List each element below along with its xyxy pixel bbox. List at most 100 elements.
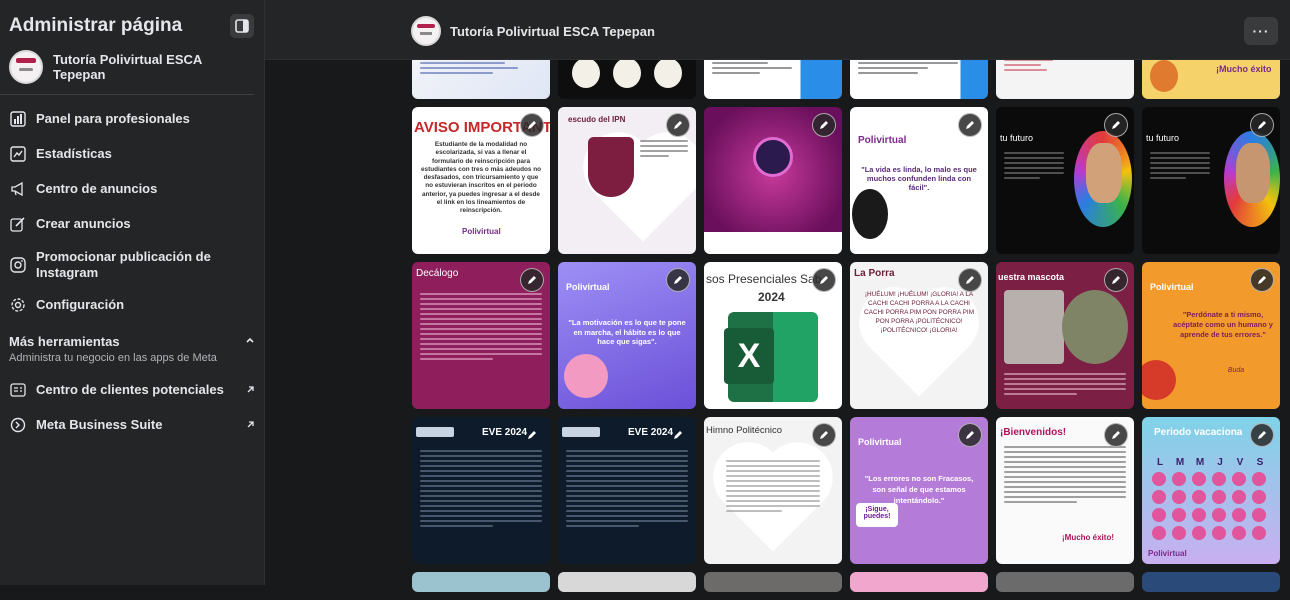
edit-square-icon (9, 215, 27, 233)
sidebar-item-label: Centro de clientes potenciales (36, 382, 224, 397)
edit-photo-button[interactable] (1250, 268, 1274, 292)
page-switcher[interactable]: Tutoría Polivirtual ESCA Tepepan (0, 38, 254, 95)
dashboard-icon (9, 110, 27, 128)
edit-photo-button[interactable] (1104, 113, 1128, 137)
tile-footer-text: ¡Mucho éxito! (1062, 533, 1114, 542)
photo-tile[interactable]: EVE 2024 (558, 417, 696, 564)
excel-x-icon: X (724, 328, 774, 384)
sidebar-item-create-ads[interactable]: Crear anuncios (0, 206, 264, 241)
more-options-button[interactable]: ··· (1244, 17, 1278, 45)
mascot-photo (1004, 290, 1064, 364)
ipn-shield (588, 137, 634, 197)
page-header: Tutoría Polivirtual ESCA Tepepan ··· (265, 0, 1290, 60)
photo-tile[interactable] (850, 572, 988, 592)
photo-tile[interactable]: tu futuro (996, 107, 1134, 254)
photo-tile[interactable] (558, 572, 696, 592)
sidebar-item-ad-center[interactable]: Centro de anuncios (0, 171, 264, 206)
sidebar-item-label: Meta Business Suite (36, 417, 163, 432)
edit-photo-button[interactable] (958, 423, 982, 447)
calendar-day-label: J (1217, 457, 1223, 468)
photo-tile[interactable]: EVE 2024 (412, 417, 550, 564)
photo-tile[interactable] (704, 572, 842, 592)
edit-photo-button[interactable] (958, 268, 982, 292)
photo-tile[interactable]: Polivirtual "La motivación es lo que te … (558, 262, 696, 409)
brain-illustration (564, 354, 608, 398)
edit-photo-button[interactable] (812, 113, 836, 137)
tile-title: escudo del IPN (568, 115, 626, 124)
edit-photo-button[interactable] (1104, 423, 1128, 447)
edit-photo-button[interactable] (958, 113, 982, 137)
page-title[interactable]: Tutoría Polivirtual ESCA Tepepan (450, 24, 655, 39)
photo-tile[interactable]: uestra mascota (996, 262, 1134, 409)
tile-text: "La motivación es lo que te pone en marc… (568, 318, 686, 346)
edit-photo-button[interactable] (1250, 423, 1274, 447)
photo-tile[interactable] (1142, 572, 1280, 592)
photo-tile[interactable]: La Porra ¡HUÉLUM! ¡HUÉLUM! ¡GLORIA! A LA… (850, 262, 988, 409)
sidebar-item-label: Estadísticas (36, 146, 112, 161)
edit-photo-button[interactable] (1250, 113, 1274, 137)
calendar-day-label: L (1156, 457, 1164, 468)
tile-text: "La vida es linda, lo malo es que muchos… (861, 165, 977, 192)
edit-photo-button[interactable] (812, 268, 836, 292)
collapse-sidebar-button[interactable] (230, 14, 254, 38)
tile-title: sos Presenciales Sab (706, 272, 822, 286)
external-link-icon (246, 418, 255, 432)
sidebar-item-promote-instagram[interactable]: Promocionar publicación de Instagram (0, 241, 264, 287)
skull-icon (572, 58, 600, 88)
edit-photo-button[interactable] (812, 423, 836, 447)
photo-tile[interactable] (704, 107, 842, 254)
more-tools-header[interactable]: Más herramientas (0, 322, 264, 350)
sidebar-item-meta-business-suite[interactable]: Meta Business Suite (0, 407, 264, 442)
sidebar-title: Administrar página (9, 15, 183, 36)
sidebar-item-leads-center[interactable]: Centro de clientes potenciales (0, 372, 264, 407)
pencil-icon (674, 431, 682, 439)
pencil-icon (1112, 121, 1120, 129)
content-gutter (265, 60, 400, 585)
photo-tile[interactable]: Polivirtual "Los errores no son Fracasos… (850, 417, 988, 564)
photo-tile[interactable]: Himno Politécnico (704, 417, 842, 564)
photo-tile[interactable] (412, 572, 550, 592)
photo-tile[interactable]: Polivirtual "Perdónate a ti mismo, acépt… (1142, 262, 1280, 409)
instagram-icon (9, 256, 27, 274)
tile-year: 2024 (758, 290, 785, 304)
portrait (1236, 143, 1270, 203)
page-avatar[interactable] (411, 16, 441, 46)
photo-tile[interactable]: ¡Bienvenidos! ¡Mucho éxito! (996, 417, 1134, 564)
tile-logo: Polivirtual (566, 282, 610, 292)
edit-photo-button[interactable] (520, 268, 544, 292)
more-tools-subtitle: Administra tu negocio en las apps de Met… (9, 352, 217, 364)
photo-row: AVISO IMPORTANTE Estudiante de la modali… (412, 107, 1280, 254)
pencil-icon (1112, 431, 1120, 439)
tile-text: ¡HUÉLUM! ¡HUÉLUM! ¡GLORIA! A LA CACHI CA… (863, 291, 975, 334)
sidebar-item-insights[interactable]: Estadísticas (0, 136, 264, 171)
photo-tile[interactable] (996, 572, 1134, 592)
pencil-icon (966, 431, 974, 439)
tile-footer (704, 232, 842, 254)
tile-logo: Polivirtual (858, 437, 902, 447)
calendar-day-label: S (1256, 457, 1264, 468)
sidebar-item-professional-dashboard[interactable]: Panel para profesionales (0, 101, 264, 136)
photo-tile[interactable]: Periodo vacaciona LMMJVS Polivirtual (1142, 417, 1280, 564)
edit-photo-button[interactable] (666, 113, 690, 137)
external-link-icon (246, 383, 255, 397)
photo-tile[interactable]: tu futuro (1142, 107, 1280, 254)
photo-row: Decálogo Polivirtual "La motivación es l… (412, 262, 1280, 409)
edit-photo-button[interactable] (520, 423, 544, 447)
content-gutter-right (1281, 60, 1290, 585)
photo-tile[interactable]: Polivirtual "La vida es linda, lo malo e… (850, 107, 988, 254)
edit-photo-button[interactable] (666, 423, 690, 447)
tile-title: Decálogo (416, 268, 459, 279)
edit-photo-button[interactable] (1104, 268, 1128, 292)
tile-logo: Polivirtual (1148, 549, 1187, 558)
sidebar-header: Administrar página (0, 0, 264, 38)
photo-tile[interactable]: AVISO IMPORTANTE Estudiante de la modali… (412, 107, 550, 254)
tile-title: ¡Bienvenidos! (1000, 427, 1067, 438)
photo-tile[interactable]: escudo del IPN (558, 107, 696, 254)
photo-tile[interactable]: Decálogo (412, 262, 550, 409)
edit-photo-button[interactable] (520, 113, 544, 137)
pencil-icon (820, 276, 828, 284)
edit-photo-button[interactable] (666, 268, 690, 292)
sidebar-item-settings[interactable]: Configuración (0, 287, 264, 322)
pencil-icon (528, 276, 536, 284)
photo-tile[interactable]: sos Presenciales Sab 2024 X (704, 262, 842, 409)
